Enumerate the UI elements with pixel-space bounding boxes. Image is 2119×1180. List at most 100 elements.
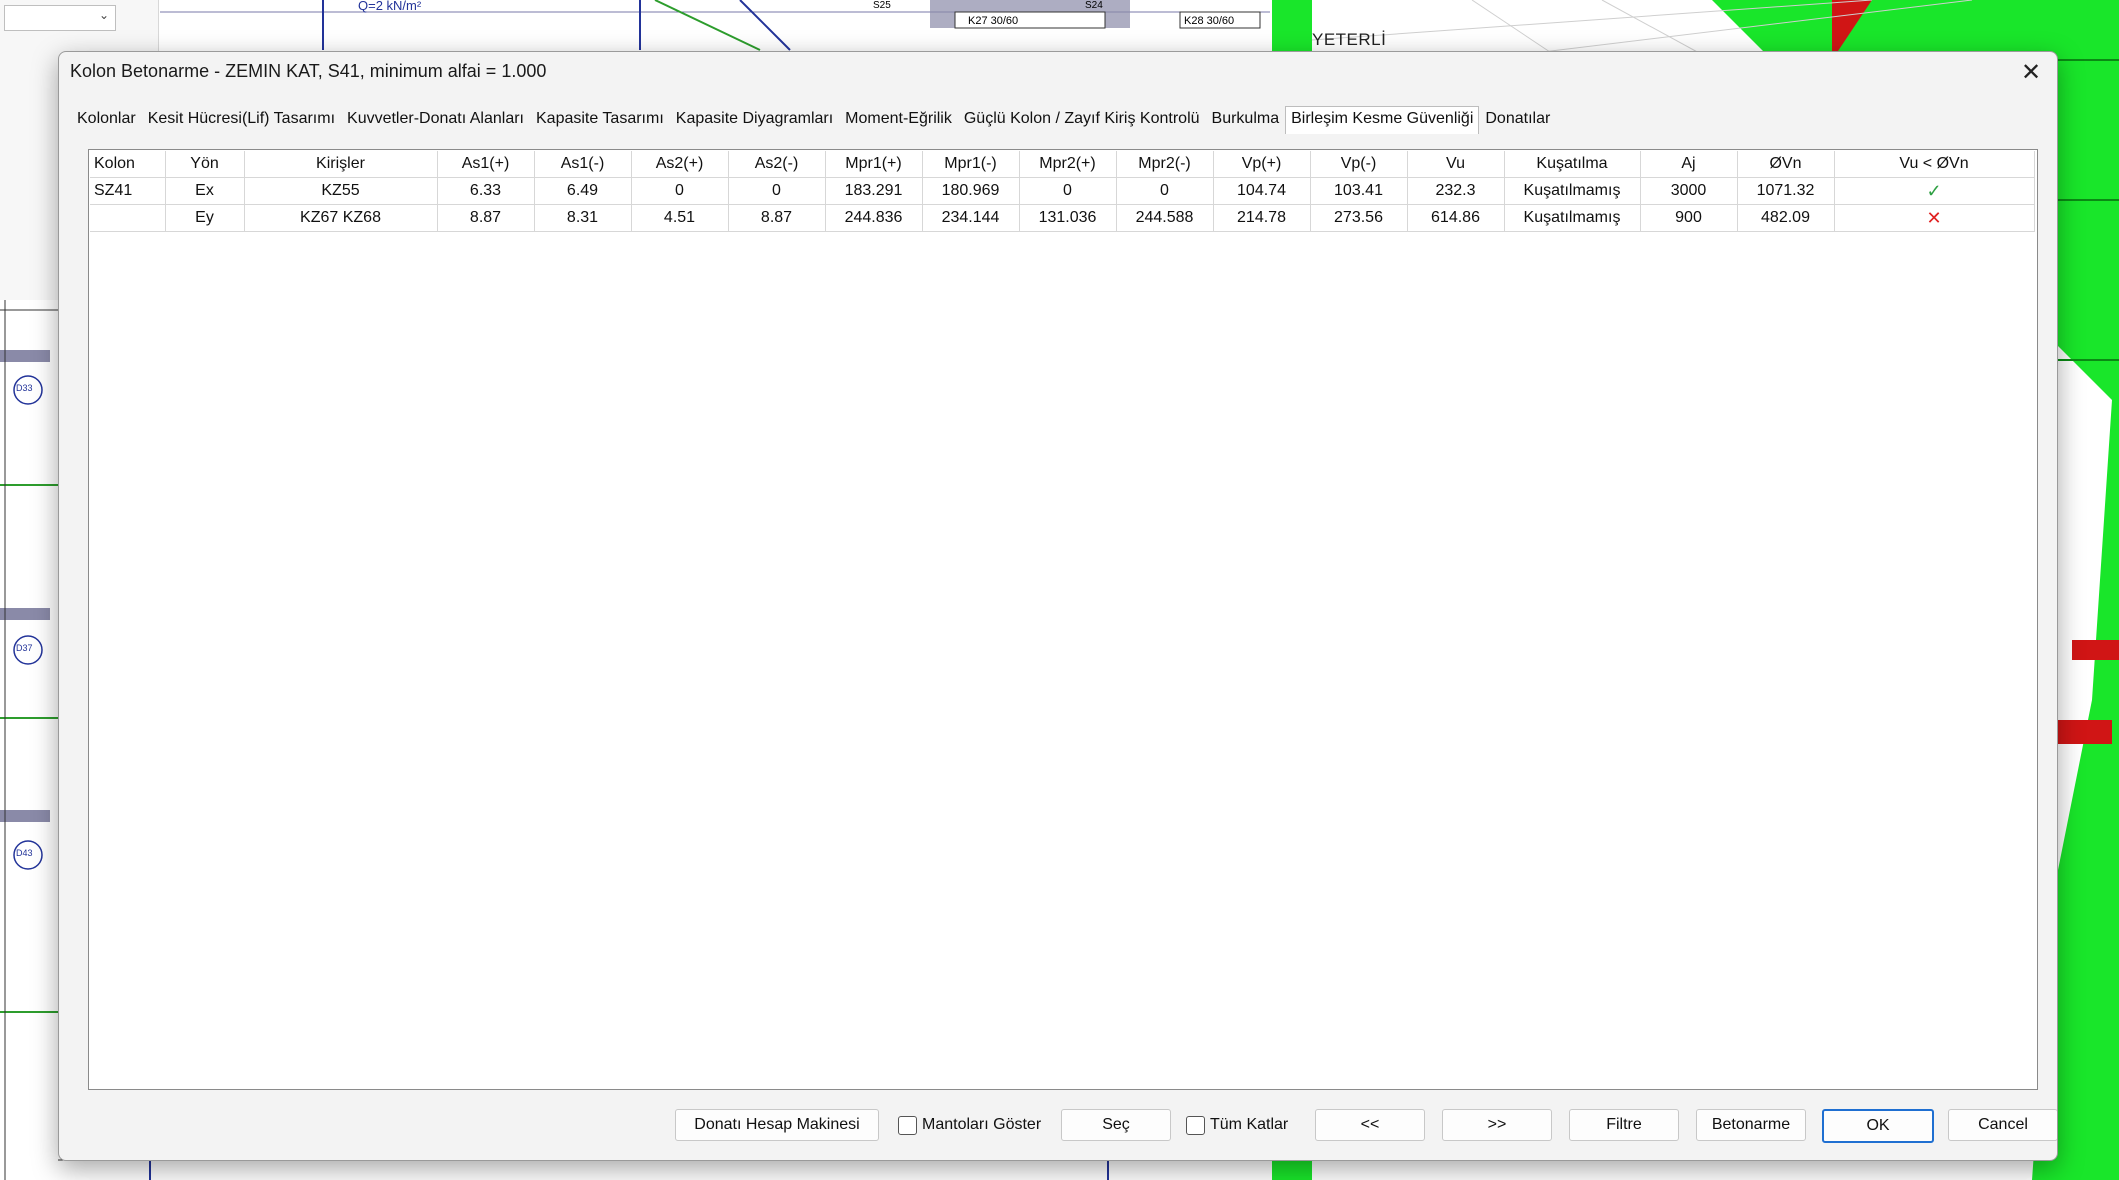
column-header[interactable]: As1(+)	[437, 151, 535, 178]
chevron-down-icon: ⌄	[98, 8, 109, 22]
cell-result: ✕	[1834, 204, 2035, 232]
results-table: Kolon Yön Kirişler As1(+) As1(-) As2(+) …	[90, 151, 2035, 232]
column-header[interactable]: Aj	[1640, 151, 1738, 178]
column-header[interactable]: As1(-)	[534, 151, 632, 178]
cell-mpr2-minus: 244.588	[1116, 204, 1214, 232]
table-row[interactable]: SZ41 Ex KZ55 6.33 6.49 0 0 183.291 180.9…	[90, 177, 2035, 205]
cell-mpr2-plus: 0	[1019, 177, 1117, 205]
cell-vu: 614.86	[1407, 204, 1505, 232]
status-label: YETERLİ	[1312, 30, 1387, 49]
table-header-row: Kolon Yön Kirişler As1(+) As1(-) As2(+) …	[90, 151, 2035, 178]
cell-aj: 3000	[1640, 177, 1738, 205]
cell-mpr1-minus: 180.969	[922, 177, 1020, 205]
title-bar: Kolon Betonarme - ZEMIN KAT, S41, minimu…	[59, 52, 2057, 92]
cell-vp-minus: 103.41	[1310, 177, 1408, 205]
cell-mpr1-plus: 244.836	[825, 204, 923, 232]
cell-vu: 232.3	[1407, 177, 1505, 205]
column-header[interactable]: Mpr2(+)	[1019, 151, 1117, 178]
column-header[interactable]: Mpr2(-)	[1116, 151, 1214, 178]
tab-bar: Kolonlar Kesit Hücresi(Lif) Tasarımı Kuv…	[71, 106, 1556, 134]
column-header[interactable]: Kuşatılma	[1504, 151, 1641, 178]
ok-button[interactable]: OK	[1822, 1109, 1934, 1143]
tab-donatilar[interactable]: Donatılar	[1479, 106, 1556, 134]
cell-kusatilma: Kuşatılmamış	[1504, 177, 1641, 205]
cell-as1-plus: 6.33	[437, 177, 535, 205]
column-header[interactable]: Yön	[165, 151, 245, 178]
results-table-panel: Kolon Yön Kirişler As1(+) As1(-) As2(+) …	[88, 149, 2038, 1090]
cell-mpr1-minus: 234.144	[922, 204, 1020, 232]
column-header[interactable]: ØVn	[1737, 151, 1835, 178]
cell-as1-minus: 8.31	[534, 204, 632, 232]
close-icon: ✕	[2020, 58, 2042, 86]
next-button[interactable]: >>	[1442, 1109, 1552, 1141]
cell-kusatilma: Kuşatılmamış	[1504, 204, 1641, 232]
plan-label: K28 30/60	[1184, 15, 1235, 27]
tab-moment-egrilik[interactable]: Moment-Eğrilik	[839, 106, 958, 134]
plan-label: D33	[16, 383, 33, 393]
tab-kuvvetler-donati[interactable]: Kuvvetler-Donatı Alanları	[341, 106, 530, 134]
donati-hesap-makinesi-button[interactable]: Donatı Hesap Makinesi	[675, 1109, 879, 1141]
cell-as2-plus: 4.51	[631, 204, 729, 232]
column-header[interactable]: Kolon	[90, 151, 166, 178]
cell-ovn: 1071.32	[1737, 177, 1835, 205]
checkbox-box[interactable]	[1186, 1115, 1205, 1135]
cell-vp-minus: 273.56	[1310, 204, 1408, 232]
cell-aj: 900	[1640, 204, 1738, 232]
cell-as1-plus: 8.87	[437, 204, 535, 232]
check-icon: ✓	[1926, 180, 1942, 201]
tum-katlar-checkbox[interactable]: Tüm Katlar	[1186, 1112, 1288, 1138]
close-button[interactable]: ✕	[2011, 56, 2051, 88]
cell-as2-minus: 8.87	[728, 204, 826, 232]
previous-button[interactable]: <<	[1315, 1109, 1425, 1141]
background-combo: ⌄	[4, 5, 116, 31]
column-header[interactable]: Kirişler	[244, 151, 438, 178]
cell-yon: Ey	[165, 204, 245, 232]
cell-mpr2-minus: 0	[1116, 177, 1214, 205]
tab-burkulma[interactable]: Burkulma	[1206, 106, 1286, 134]
kolon-betonarme-dialog: Kolon Betonarme - ZEMIN KAT, S41, minimu…	[58, 51, 2058, 1161]
sec-button[interactable]: Seç	[1061, 1109, 1171, 1141]
column-header[interactable]: Vu	[1407, 151, 1505, 178]
column-header[interactable]: Vp(-)	[1310, 151, 1408, 178]
filtre-button[interactable]: Filtre	[1569, 1109, 1679, 1141]
cell-as2-minus: 0	[728, 177, 826, 205]
column-header[interactable]: Mpr1(+)	[825, 151, 923, 178]
cell-result: ✓	[1834, 177, 2035, 205]
checkbox-box[interactable]	[898, 1115, 917, 1135]
column-header[interactable]: Vu < ØVn	[1834, 151, 2035, 178]
dialog-footer: Donatı Hesap Makinesi Mantoları Göster S…	[59, 1109, 2057, 1147]
plan-label: S25	[873, 0, 891, 11]
plan-label: D37	[16, 643, 33, 653]
cell-kolon	[90, 204, 166, 232]
column-header[interactable]: Vp(+)	[1213, 151, 1311, 178]
cell-kirisler: KZ67 KZ68	[244, 204, 438, 232]
cell-as1-minus: 6.49	[534, 177, 632, 205]
cell-mpr1-plus: 183.291	[825, 177, 923, 205]
cancel-button[interactable]: Cancel	[1948, 1109, 2057, 1141]
cell-as2-plus: 0	[631, 177, 729, 205]
dialog-title: Kolon Betonarme - ZEMIN KAT, S41, minimu…	[70, 61, 547, 81]
column-header[interactable]: As2(+)	[631, 151, 729, 178]
cell-ovn: 482.09	[1737, 204, 1835, 232]
tab-kapasite-tasarimi[interactable]: Kapasite Tasarımı	[530, 106, 670, 134]
column-header[interactable]: Mpr1(-)	[922, 151, 1020, 178]
tab-kapasite-diyagramlari[interactable]: Kapasite Diyagramları	[670, 106, 839, 134]
tab-guclu-kolon[interactable]: Güçlü Kolon / Zayıf Kiriş Kontrolü	[958, 106, 1206, 134]
cell-kirisler: KZ55	[244, 177, 438, 205]
table-row[interactable]: Ey KZ67 KZ68 8.87 8.31 4.51 8.87 244.836…	[90, 204, 2035, 232]
cell-kolon: SZ41	[90, 177, 166, 205]
mantolari-goster-checkbox[interactable]: Mantoları Göster	[898, 1112, 1041, 1138]
plan-label: K27 30/60	[968, 15, 1019, 27]
betonarme-button[interactable]: Betonarme	[1696, 1109, 1806, 1141]
tab-kesit-hucresi[interactable]: Kesit Hücresi(Lif) Tasarımı	[142, 106, 341, 134]
cell-vp-plus: 104.74	[1213, 177, 1311, 205]
checkbox-label: Tüm Katlar	[1210, 1116, 1289, 1133]
cross-icon: ✕	[1926, 207, 1942, 228]
cell-vp-plus: 214.78	[1213, 204, 1311, 232]
column-header[interactable]: As2(-)	[728, 151, 826, 178]
checkbox-label: Mantoları Göster	[922, 1116, 1042, 1133]
tab-birlesim-kesme[interactable]: Birleşim Kesme Güvenliği	[1285, 106, 1480, 134]
cell-mpr2-plus: 131.036	[1019, 204, 1117, 232]
tab-kolonlar[interactable]: Kolonlar	[71, 106, 142, 134]
plan-label: S24	[1085, 0, 1103, 11]
